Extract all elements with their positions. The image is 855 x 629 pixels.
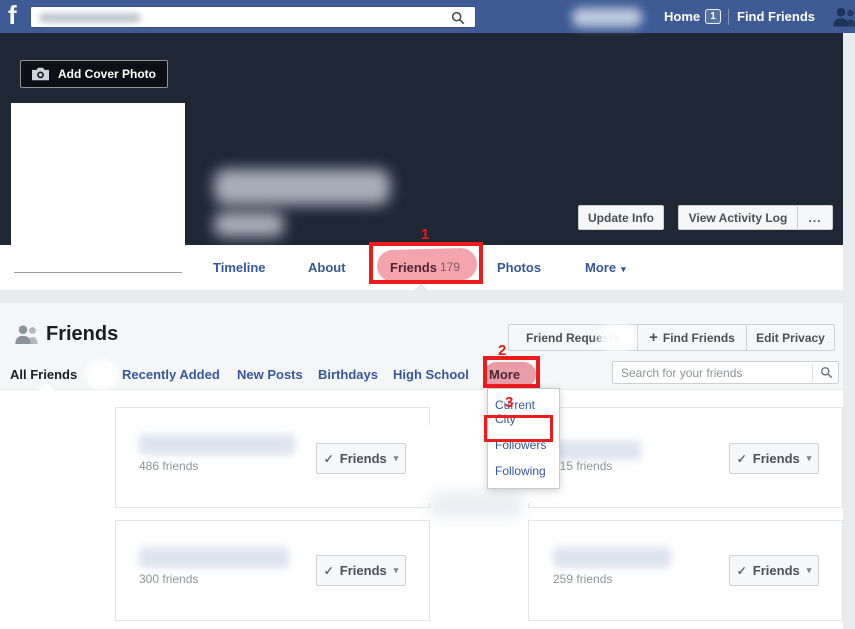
tab-timeline[interactable]: Timeline [213, 245, 266, 290]
add-cover-photo-button[interactable]: Add Cover Photo [20, 60, 168, 88]
friends-status-button[interactable]: ✓ Friends ▾ [316, 443, 406, 474]
blurred-search-text [39, 13, 141, 23]
tab-about[interactable]: About [308, 245, 346, 290]
check-icon: ✓ [323, 451, 334, 466]
blurred-user-name [214, 169, 390, 205]
active-subtab-notch [38, 382, 54, 390]
caret-down-icon: ▾ [806, 453, 812, 463]
subtab-recently-added[interactable]: Recently Added [122, 361, 220, 389]
friends-status-button[interactable]: ✓ Friends ▾ [316, 555, 406, 586]
update-info-button[interactable]: Update Info [578, 205, 664, 230]
friends-button-label: Friends [752, 563, 800, 578]
caret-down-icon: ▾ [806, 565, 812, 575]
friend-count: 486 friends [139, 459, 199, 473]
blurred-friend-name [553, 441, 641, 460]
find-friends-label: Find Friends [662, 330, 735, 345]
blurred-friend-name [139, 434, 295, 455]
check-icon: ✓ [323, 563, 334, 578]
find-friends-button[interactable]: + Find Friends [637, 324, 747, 351]
friends-section-title: Friends [46, 323, 119, 345]
friend-requests-icon[interactable] [831, 7, 855, 27]
search-icon[interactable] [820, 366, 833, 379]
blur-spot [598, 324, 636, 351]
profile-picture[interactable] [11, 103, 185, 273]
annotation-step-2: 2 [498, 342, 507, 359]
home-link[interactable]: Home [664, 0, 700, 33]
edit-privacy-button[interactable]: Edit Privacy [746, 324, 835, 351]
check-icon: ✓ [736, 451, 747, 466]
friends-button-label: Friends [339, 451, 387, 466]
facebook-friends-page: f Home 1 Find Friends Add Cover Photo Up… [0, 0, 855, 629]
friends-button-label: Friends [339, 563, 387, 578]
caret-down-icon: ▾ [393, 565, 399, 575]
facebook-logo[interactable]: f [8, 0, 17, 33]
annotation-box-more [483, 356, 540, 388]
tab-more-label: More [585, 260, 617, 275]
friend-count: 215 friends [553, 459, 613, 473]
subtab-new-posts[interactable]: New Posts [237, 361, 303, 389]
activity-button-group: View Activity Log ... [678, 205, 833, 230]
tab-more[interactable]: More ▾ [585, 245, 626, 290]
friends-status-button[interactable]: ✓ Friends ▾ [729, 443, 819, 474]
camera-icon [32, 67, 49, 81]
blur-smudge [430, 492, 522, 518]
subtab-birthdays[interactable]: Birthdays [318, 361, 378, 389]
view-activity-log-button[interactable]: View Activity Log [678, 205, 798, 230]
caret-down-icon: ▾ [621, 264, 626, 274]
subtab-high-school[interactable]: High School [393, 361, 469, 389]
caret-down-icon: ▾ [393, 453, 399, 463]
top-search-bar[interactable] [30, 6, 476, 28]
friend-count: 259 friends [553, 572, 613, 586]
friends-search-input[interactable] [612, 361, 839, 384]
blurred-friend-name [139, 547, 289, 568]
search-icon[interactable] [451, 11, 465, 25]
find-friends-link[interactable]: Find Friends [737, 0, 815, 33]
blur-spot-2 [86, 359, 119, 390]
annotation-box-followers [484, 415, 553, 442]
friends-icon [15, 325, 38, 344]
friends-action-buttons: Friend Requests + Find Friends Edit Priva… [508, 324, 835, 351]
profile-picture-frame-edge [14, 272, 182, 273]
divider [812, 363, 813, 382]
divider [728, 9, 729, 25]
annotation-step-1: 1 [421, 226, 430, 243]
friends-status-button[interactable]: ✓ Friends ▾ [729, 555, 819, 586]
annotation-box-friends-tab [369, 242, 483, 284]
more-options-button[interactable]: ... [797, 205, 833, 230]
add-cover-photo-label: Add Cover Photo [58, 67, 156, 81]
tab-photos[interactable]: Photos [497, 245, 541, 290]
dropdown-item-following[interactable]: Following [488, 458, 559, 484]
friends-button-label: Friends [752, 451, 800, 466]
annotation-step-3: 3 [505, 394, 514, 411]
top-nav-bar: f [0, 0, 855, 33]
friend-count: 300 friends [139, 572, 199, 586]
blurred-friend-name [553, 547, 671, 568]
blurred-user-name-line2 [214, 212, 284, 237]
blurred-account-name [572, 8, 642, 27]
check-icon: ✓ [736, 563, 747, 578]
home-notification-badge: 1 [705, 9, 721, 24]
plus-icon: + [649, 329, 658, 346]
